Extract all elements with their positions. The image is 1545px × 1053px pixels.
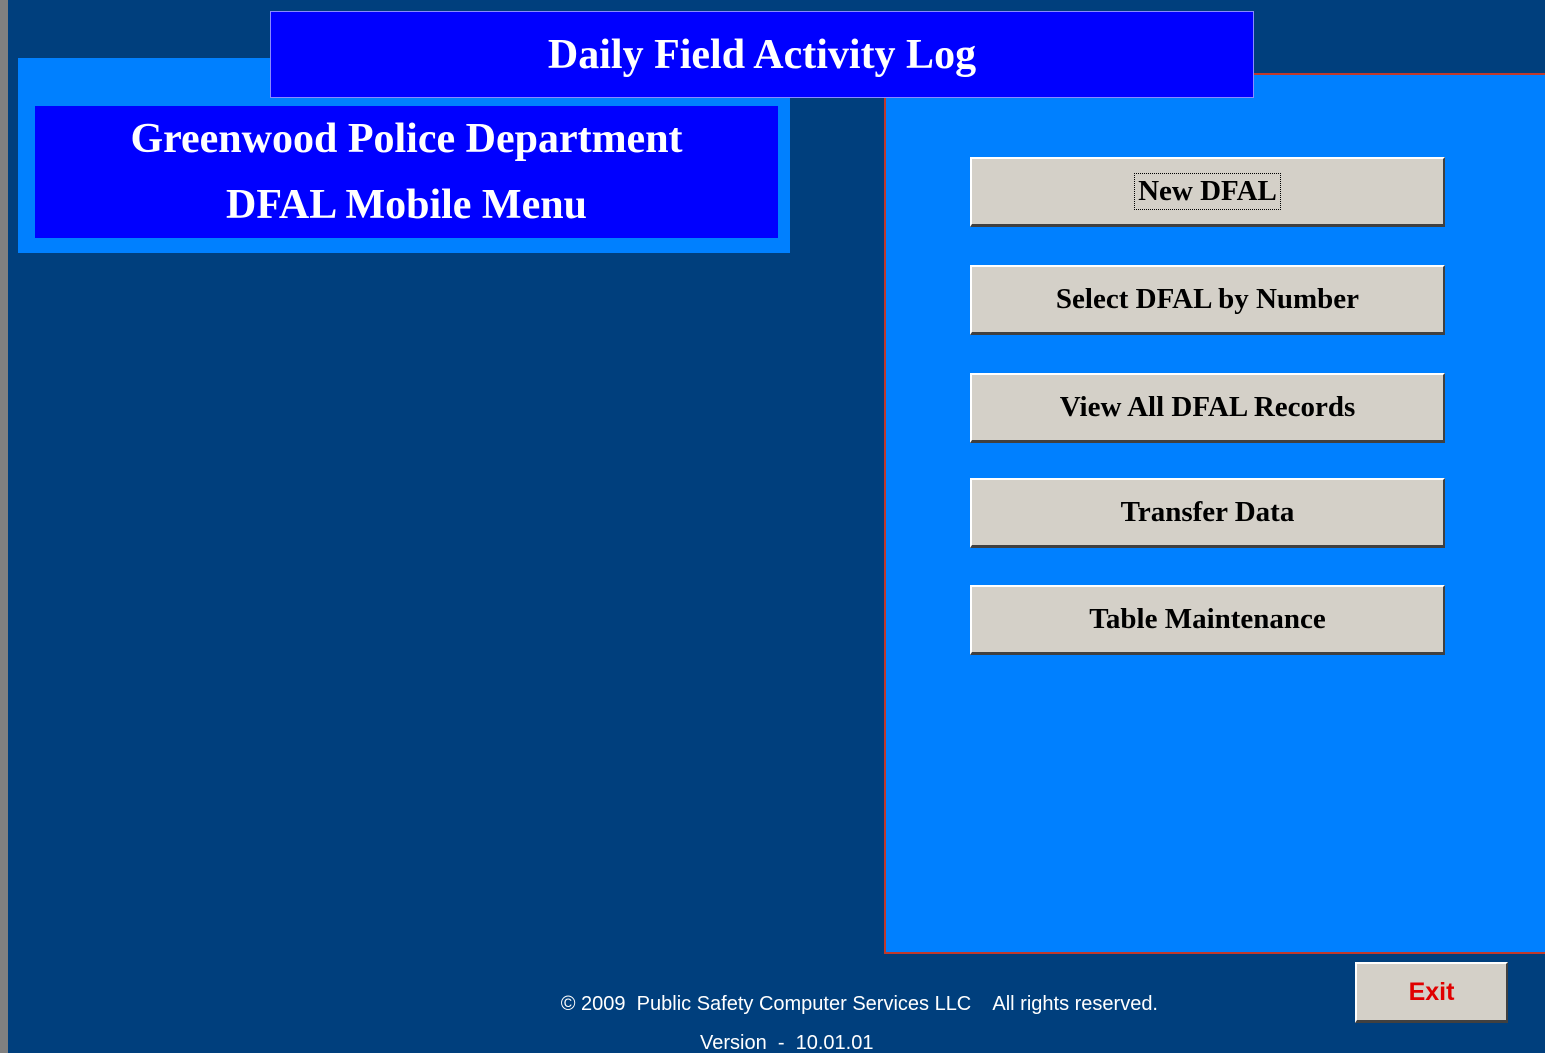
app-title-bar: Daily Field Activity Log (270, 11, 1254, 98)
department-name: Greenwood Police Department (130, 116, 683, 162)
transfer-data-label: Transfer Data (1120, 496, 1295, 528)
transfer-data-button[interactable]: Transfer Data (970, 478, 1445, 548)
new-dfal-button[interactable]: New DFAL (970, 157, 1445, 227)
version-text: Version - 10.01.01 (700, 1032, 874, 1053)
exit-button[interactable]: Exit (1355, 962, 1508, 1023)
view-all-dfal-records-label: View All DFAL Records (1059, 391, 1356, 423)
app-window: Greenwood Police Department DFAL Mobile … (8, 0, 1545, 1053)
header-box: Greenwood Police Department DFAL Mobile … (35, 106, 778, 238)
select-dfal-by-number-button[interactable]: Select DFAL by Number (970, 265, 1445, 335)
table-maintenance-label: Table Maintenance (1089, 603, 1326, 635)
select-dfal-by-number-label: Select DFAL by Number (1055, 283, 1360, 315)
exit-label: Exit (1408, 977, 1455, 1006)
copyright-text: © 2009 Public Safety Computer Services L… (560, 993, 1158, 1015)
table-maintenance-button[interactable]: Table Maintenance (970, 585, 1445, 655)
new-dfal-label: New DFAL (1134, 173, 1281, 210)
app-title: Daily Field Activity Log (547, 31, 977, 78)
view-all-dfal-records-button[interactable]: View All DFAL Records (970, 373, 1445, 443)
menu-title: DFAL Mobile Menu (226, 182, 587, 228)
